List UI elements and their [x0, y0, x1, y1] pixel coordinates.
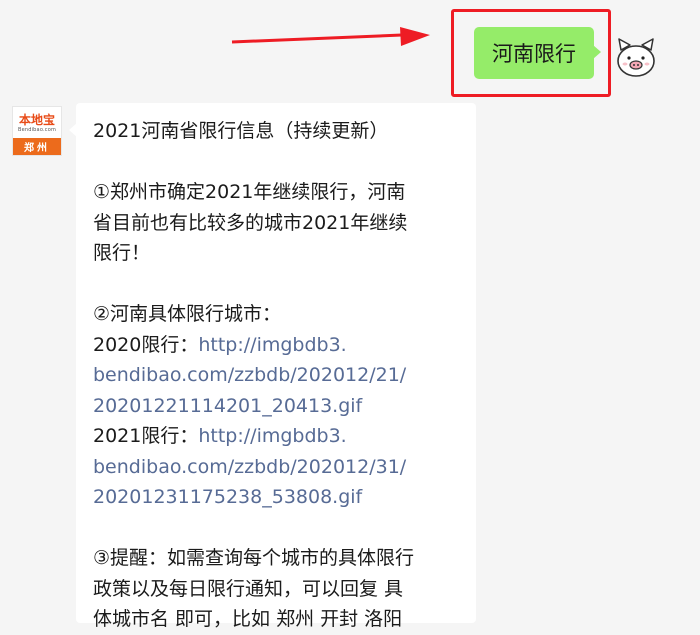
red-arrow-icon	[231, 27, 430, 46]
paragraph-3-line: 政策以及每日限行通知，可以回复 具	[93, 577, 404, 600]
incoming-message-bubble[interactable]: 2021河南省限行信息（持续更新） ①郑州市确定2021年继续限行，河南 省目前…	[69, 103, 476, 630]
paragraph-1-line: 省目前也有比较多的城市2021年继续	[93, 211, 408, 234]
year-2021-row: 2021限行：http://imgbdb3.	[93, 421, 464, 452]
self-avatar[interactable]	[614, 36, 658, 80]
year-2021-label: 2021限行：	[93, 425, 199, 447]
paragraph-1-line: 限行！	[93, 242, 151, 264]
year-2020-row: 2020限行：http://imgbdb3.	[93, 330, 464, 361]
year-2020-label: 2020限行：	[93, 333, 199, 356]
message-title: 2021河南省限行信息（持续更新）	[93, 120, 389, 142]
brand-domain: Bendibao.com	[17, 126, 57, 133]
year-2020-link[interactable]: http://imgbdb3.	[198, 334, 346, 356]
year-2020-link[interactable]: bendibao.com/zzbdb/202012/21/	[93, 360, 464, 391]
year-2021-link[interactable]: bendibao.com/zzbdb/202012/31/	[93, 452, 464, 483]
chat-window: 河南限行 本地宝 Bendibao.com 郑州 2021河南省限行信息（持续更…	[0, 0, 700, 630]
brand-name: 本地宝	[18, 112, 55, 127]
paragraph-3-line: 体城市名 即可，比如 郑州 开封 洛阳	[93, 608, 403, 630]
year-2021-link[interactable]: 20201231175238_53808.gif	[93, 482, 464, 513]
paragraph-3-line: ③提醒：如需查询每个城市的具体限行	[93, 547, 415, 569]
paragraph-2-heading: ②河南具体限行城市：	[93, 303, 282, 325]
pig-face-icon	[617, 38, 655, 77]
year-2020-link[interactable]: 20201221114201_20413.gif	[93, 391, 464, 422]
sender-avatar[interactable]: 本地宝 Bendibao.com 郑州	[12, 106, 62, 156]
bendibao-logo: 本地宝 Bendibao.com	[13, 107, 61, 139]
paragraph-1-line: ①郑州市确定2021年继续限行，河南	[93, 181, 406, 203]
year-2021-link[interactable]: http://imgbdb3.	[198, 425, 346, 447]
highlight-box	[451, 9, 611, 97]
city-label: 郑州	[13, 138, 61, 155]
